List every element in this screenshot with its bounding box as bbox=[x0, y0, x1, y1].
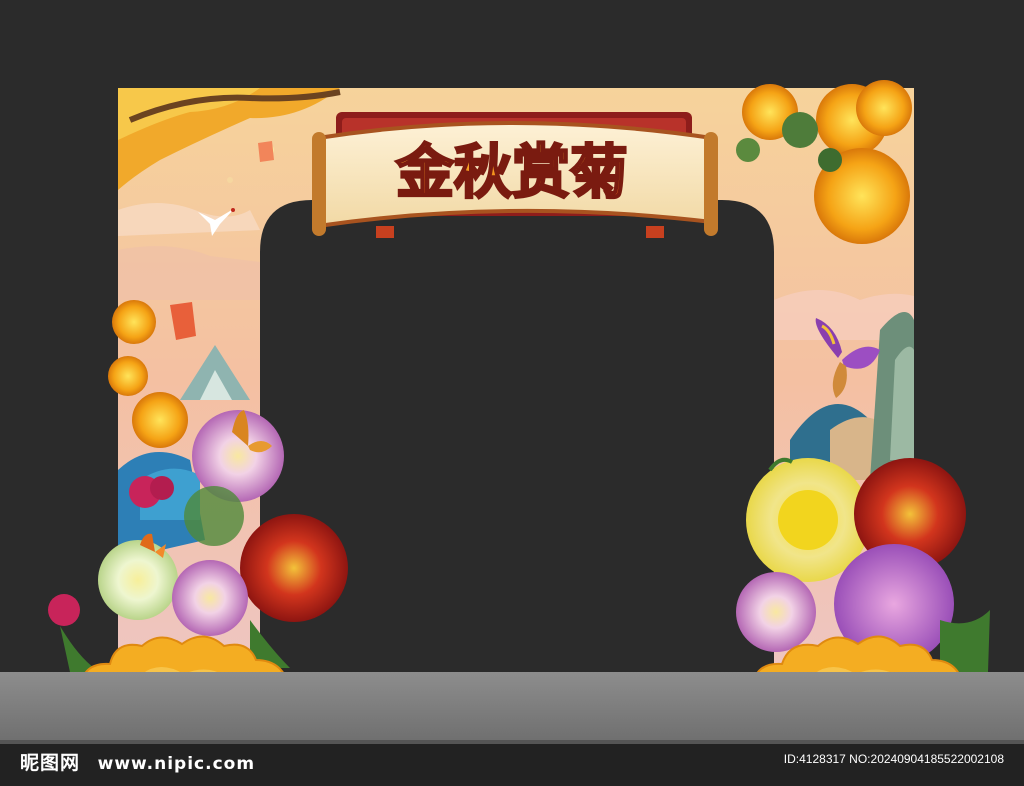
stage-floor bbox=[0, 672, 1024, 742]
brand-name: 昵图网 bbox=[20, 752, 81, 774]
arch-backdrop-scene: 金秋赏菊 bbox=[48, 80, 990, 691]
brand-url: www.nipic.com bbox=[97, 754, 256, 774]
image-id-label: ID:4128317 NO:20240904185522002108 bbox=[783, 752, 1004, 766]
arch-opening bbox=[260, 200, 774, 672]
banner-title: 金秋赏菊 bbox=[396, 138, 628, 206]
watermark-brand: 昵图网 www.nipic.com bbox=[20, 748, 255, 775]
